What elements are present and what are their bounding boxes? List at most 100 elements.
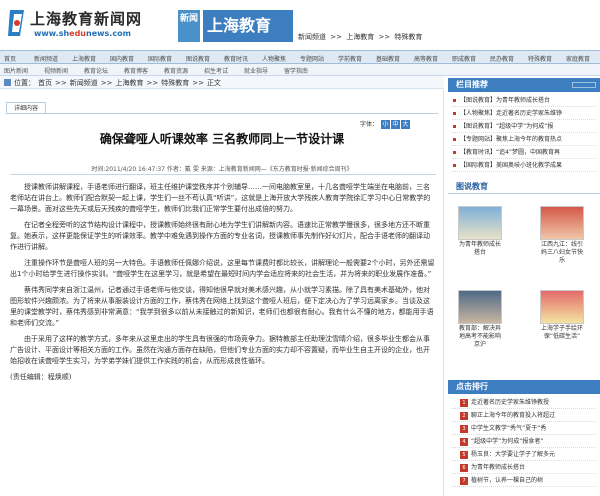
nav-item[interactable]: 特殊教育 <box>528 54 552 63</box>
article-body: 授课教师讲解课程，手语老师进行翻译，班主任维护课堂秩序并个别辅导……一间电脑教室… <box>10 182 436 388</box>
list-item[interactable]: 【国际教育】美国奥岐小班化教学成果 <box>452 159 596 172</box>
subnav-item[interactable]: 教育论坛 <box>84 66 108 75</box>
article-paragraph: 蔡伟秀同学来自浙江温州，记者通过手语老师与他交谈，得知他很早就对美术感兴趣，从小… <box>10 286 434 327</box>
breadcrumb-link[interactable]: 上海教育 <box>346 33 374 41</box>
pic-thumbnail[interactable] <box>540 290 584 324</box>
ranking-item[interactable]: 2 聊正上海今年的教育投入将超过 <box>452 409 596 422</box>
font-size-label: 字体： <box>360 121 379 128</box>
subnav-item[interactable]: 视频新闻 <box>44 66 68 75</box>
article-title: 确保聋哑人听课效率 三名教师同上一节设计课 <box>99 132 345 146</box>
ranking-item[interactable]: 3 中学生文教学“秀气”夏于“秀 <box>452 422 596 435</box>
font-medium-button[interactable]: 中 <box>390 120 400 129</box>
location-link[interactable]: 首页 <box>38 79 52 87</box>
rank-badge: 5 <box>460 451 468 459</box>
nav-item[interactable]: 人物聚焦 <box>262 54 286 63</box>
nav-item[interactable]: 基础教育 <box>376 54 400 63</box>
list-item[interactable]: 【教育时讯】“追4”梦圆，中国教育再 <box>452 146 596 159</box>
logo-mark-icon <box>8 10 24 36</box>
pic-caption[interactable]: 教育部：解决异地高考不能影响京沪 <box>458 325 502 349</box>
rank-badge: 4 <box>460 438 468 446</box>
nav-item[interactable]: 教育时讯 <box>224 54 248 63</box>
header-breadcrumb: 新闻频道 >> 上海教育 >> 特殊教育 <box>298 32 424 42</box>
nav-item[interactable]: 专题网站 <box>300 54 324 63</box>
ranking-item[interactable]: 7 植树节，认养一棵自己的树 <box>452 474 596 487</box>
nav-item[interactable]: 民办教育 <box>490 54 514 63</box>
article-editor: (责任编辑：程焕顺) <box>10 373 72 381</box>
list-item[interactable]: 【人物聚焦】走近著名历史学家朱维铮 <box>452 107 596 120</box>
pic-grid: 为青年教师成长搭台 江西九江：线引妈三八妇女节快乐 教育部：解决异地高考不能影响… <box>448 194 600 380</box>
nav-item[interactable]: 图说教育 <box>186 54 210 63</box>
nav-item[interactable]: 职成教育 <box>452 54 476 63</box>
divider <box>10 174 436 175</box>
pic-caption[interactable]: 上海学子手绘环保“低碳生活” <box>540 325 584 341</box>
font-large-button[interactable]: 大 <box>400 120 410 129</box>
nav-item[interactable]: 高等教育 <box>414 54 438 63</box>
nav-item[interactable]: 国内教育 <box>110 54 134 63</box>
location-link[interactable]: 上海教育 <box>115 79 143 87</box>
nav-item[interactable]: 家庭教育 <box>566 54 590 63</box>
ranking-item[interactable]: 4 “超级中学”为何成“报食者” <box>452 435 596 448</box>
pic-thumbnail[interactable] <box>458 206 502 240</box>
pic-thumbnail[interactable] <box>458 290 502 324</box>
site-header: 上海教育新闻网 www.shedunews.com 新闻 上海教育 新闻频道 >… <box>0 0 600 50</box>
breadcrumb-link[interactable]: 特殊教育 <box>394 33 422 41</box>
sidebar: 栏目推荐 【图说教育】为青年教师成长搭台 【人物聚焦】走近著名历史学家朱维铮 【… <box>448 78 600 496</box>
article-paragraph: 注重操作环节是聋哑人班的另一大特色。手语教师任佩娜介绍说，这里每节课费时都比较长… <box>10 259 435 278</box>
pic-caption[interactable]: 为青年教师成长搭台 <box>458 241 502 257</box>
font-small-button[interactable]: 小 <box>380 120 390 129</box>
subnav-item[interactable]: 留学指南 <box>284 66 308 75</box>
subnav-item[interactable]: 教育资源 <box>164 66 188 75</box>
column-recommend-list: 【图说教育】为青年教师成长搭台 【人物聚焦】走近著名历史学家朱维铮 【图说教育】… <box>448 92 600 174</box>
location-label: 位置： <box>14 79 35 87</box>
list-item[interactable]: 【图说教育】为青年教师成长搭台 <box>452 94 596 107</box>
location-bar: 位置： 首页 >> 新闻频道 >> 上海教育 >> 特殊教育 >> 正文 <box>0 76 444 89</box>
section-title: 上海教育 <box>203 10 293 42</box>
nav-item[interactable]: 新闻频道 <box>34 54 58 63</box>
breadcrumb-link[interactable]: 新闻频道 <box>298 33 326 41</box>
rank-badge: 3 <box>460 425 468 433</box>
article-panel: 详细内容 字体： 小中大 确保聋哑人听课效率 三名教师同上一节设计课 时间:20… <box>0 90 444 496</box>
rank-badge: 2 <box>460 412 468 420</box>
location-link[interactable]: 新闻频道 <box>70 79 98 87</box>
article-paragraph: 在记者全程旁听的这节结构设计课程中，授课教师始终很有耐心地为学生们讲解新内容。语… <box>10 221 430 251</box>
site-logo[interactable]: 上海教育新闻网 www.shedunews.com <box>6 4 176 46</box>
font-size-control: 字体： 小中大 <box>360 119 410 129</box>
nav-item[interactable]: 首页 <box>4 54 16 63</box>
pic-section-title: 图说教育 <box>448 180 600 194</box>
hot-ranking-list: 1 走近著名历史学家朱维铮教授 2 聊正上海今年的教育投入将超过 3 中学生文教学“秀… <box>448 394 600 489</box>
pic-card[interactable]: 江西九江：线引妈三八妇女节快乐 <box>540 206 584 265</box>
location-link[interactable]: 特殊教育 <box>161 79 189 87</box>
hot-ranking-header: 点击排行 <box>448 380 600 394</box>
main-nav: 首页 新闻频道 上海教育 国内教育 国际教育 图说教育 教育时讯 人物聚焦 专题… <box>0 50 600 64</box>
article-paragraph: 由于采用了这样的教学方式，多年来从这里走出的学生具有很强的市场竞争力。据特教部主… <box>10 335 430 365</box>
logo-name: 上海教育新闻网 <box>30 10 143 28</box>
subnav-item[interactable]: 教育博客 <box>124 66 148 75</box>
pic-caption[interactable]: 江西九江：线引妈三八妇女节快乐 <box>540 241 584 265</box>
list-item[interactable]: 【专题网站】聚焦上海今年的教育热点 <box>452 133 596 146</box>
ranking-item[interactable]: 5 杨玉良：大学要让学子了解多元 <box>452 448 596 461</box>
breadcrumb-sep: >> <box>378 33 391 41</box>
subnav-item[interactable]: 招生考试 <box>204 66 228 75</box>
rank-badge: 1 <box>460 399 468 407</box>
subnav-item[interactable]: 就业指导 <box>244 66 268 75</box>
rank-badge: 7 <box>460 477 468 485</box>
rank-badge: 6 <box>460 464 468 472</box>
ranking-item[interactable]: 6 为青年教师成长搭台 <box>452 461 596 474</box>
ranking-item[interactable]: 1 走近著名历史学家朱维铮教授 <box>452 396 596 409</box>
location-current: 正文 <box>206 79 221 87</box>
subnav-item[interactable]: 图片新闻 <box>4 66 28 75</box>
pic-card[interactable]: 为青年教师成长搭台 <box>458 206 502 257</box>
tab-divider <box>6 113 438 114</box>
header-decoration-icon <box>572 82 596 88</box>
pic-card[interactable]: 教育部：解决异地高考不能影响京沪 <box>458 290 502 349</box>
nav-item[interactable]: 上海教育 <box>72 54 96 63</box>
nav-item[interactable]: 国际教育 <box>148 54 172 63</box>
breadcrumb-sep: >> <box>330 33 342 41</box>
sub-nav: 图片新闻 视频新闻 教育论坛 教育博客 教育资源 招生考试 就业指导 留学指南 <box>0 64 600 76</box>
column-recommend-title: 栏目推荐 <box>456 80 488 89</box>
nav-item[interactable]: 学前教育 <box>338 54 362 63</box>
pic-thumbnail[interactable] <box>540 206 584 240</box>
list-item[interactable]: 【图说教育】“超级中学”为何成“报 <box>452 120 596 133</box>
pic-card[interactable]: 上海学子手绘环保“低碳生活” <box>540 290 584 341</box>
news-badge: 新闻 <box>178 10 200 42</box>
